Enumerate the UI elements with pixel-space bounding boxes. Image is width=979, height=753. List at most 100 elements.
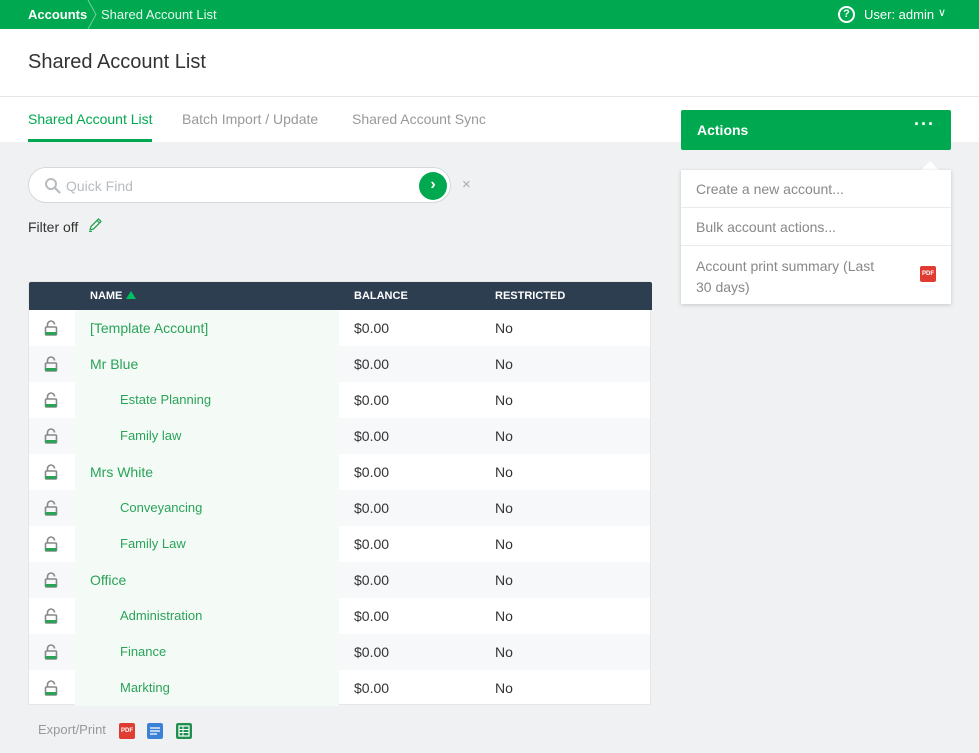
balance-cell: $0.00 <box>354 500 390 516</box>
restricted-cell: No <box>495 320 513 336</box>
account-name-link[interactable]: Markting <box>120 680 170 695</box>
table-row[interactable]: Estate Planning $0.00 No <box>29 382 650 418</box>
name-cell <box>75 634 339 670</box>
balance-cell: $0.00 <box>354 536 390 552</box>
top-bar: Accounts Shared Account List ? User: adm… <box>0 0 979 29</box>
table-row[interactable]: Mr Blue $0.00 No <box>29 346 650 382</box>
name-cell <box>75 490 339 526</box>
name-cell <box>75 598 339 634</box>
restricted-cell: No <box>495 464 513 480</box>
menu-item-bulk-actions[interactable]: Bulk account actions... <box>681 208 951 246</box>
table-row[interactable]: [Template Account] $0.00 No <box>29 310 650 346</box>
unlocked-icon <box>44 536 58 552</box>
table-row[interactable]: Administration $0.00 No <box>29 598 650 634</box>
breadcrumb-separator-icon <box>87 0 97 29</box>
balance-cell: $0.00 <box>354 356 390 372</box>
account-name-link[interactable]: Family Law <box>120 536 186 551</box>
balance-cell: $0.00 <box>354 680 390 696</box>
account-name-link[interactable]: Office <box>90 572 126 588</box>
restricted-cell: No <box>495 644 513 660</box>
table-row[interactable]: Office $0.00 No <box>29 562 650 598</box>
unlocked-icon <box>44 428 58 444</box>
table-row[interactable]: Conveyancing $0.00 No <box>29 490 650 526</box>
actions-button[interactable]: Actions ··· <box>681 110 951 150</box>
restricted-cell: No <box>495 392 513 408</box>
name-cell <box>75 670 339 706</box>
page-title: Shared Account List <box>28 51 206 73</box>
account-name-link[interactable]: Estate Planning <box>120 392 211 407</box>
account-name-link[interactable]: Conveyancing <box>120 500 202 515</box>
name-cell <box>75 418 339 454</box>
balance-cell: $0.00 <box>354 644 390 660</box>
more-icon: ··· <box>914 114 935 134</box>
name-cell <box>75 526 339 562</box>
table-row[interactable]: Family law $0.00 No <box>29 418 650 454</box>
unlocked-icon <box>44 320 58 336</box>
unlocked-icon <box>44 608 58 624</box>
balance-cell: $0.00 <box>354 464 390 480</box>
restricted-cell: No <box>495 572 513 588</box>
table-row[interactable]: Markting $0.00 No <box>29 670 650 706</box>
clear-search-icon[interactable]: × <box>462 176 471 193</box>
restricted-cell: No <box>495 356 513 372</box>
accounts-table: NAME BALANCE RESTRICTED [Template Accoun… <box>28 281 652 706</box>
balance-cell: $0.00 <box>354 392 390 408</box>
search-go-button[interactable]: › <box>419 172 447 200</box>
account-name-link[interactable]: Mr Blue <box>90 356 138 372</box>
user-menu[interactable]: User: admin <box>864 7 934 22</box>
tab-shared-account-list[interactable]: Shared Account List <box>28 111 153 127</box>
unlocked-icon <box>44 500 58 516</box>
restricted-cell: No <box>495 680 513 696</box>
pencil-icon[interactable] <box>87 217 103 233</box>
account-name-link[interactable]: Mrs White <box>90 464 153 480</box>
column-header-restricted[interactable]: RESTRICTED <box>495 290 565 302</box>
export-print-label: Export/Print <box>38 722 106 737</box>
header-divider <box>0 96 979 97</box>
search-icon <box>45 178 61 194</box>
restricted-cell: No <box>495 428 513 444</box>
account-name-link[interactable]: Finance <box>120 644 166 659</box>
balance-cell: $0.00 <box>354 608 390 624</box>
help-icon[interactable]: ? <box>838 6 855 23</box>
quick-find-input[interactable] <box>66 176 406 196</box>
column-header-name[interactable]: NAME <box>90 290 137 302</box>
tab-shared-account-sync[interactable]: Shared Account Sync <box>352 111 486 127</box>
actions-menu: Create a new account... Bulk account act… <box>681 170 951 304</box>
unlocked-icon <box>44 644 58 660</box>
balance-cell: $0.00 <box>354 428 390 444</box>
unlocked-icon <box>44 464 58 480</box>
pdf-icon[interactable]: PDF <box>119 723 135 739</box>
pdf-icon[interactable]: PDF <box>920 266 936 282</box>
excel-icon[interactable] <box>176 723 192 739</box>
balance-cell: $0.00 <box>354 320 390 336</box>
quick-find-box: › <box>28 167 451 203</box>
menu-item-print-summary[interactable]: Account print summary (Last 30 days) <box>681 246 951 304</box>
breadcrumb-accounts-link[interactable]: Accounts <box>28 7 87 22</box>
chevron-down-icon[interactable]: ∨ <box>938 6 946 19</box>
table-row[interactable]: Family Law $0.00 No <box>29 526 650 562</box>
restricted-cell: No <box>495 536 513 552</box>
column-name-label: NAME <box>90 290 123 302</box>
unlocked-icon <box>44 356 58 372</box>
actions-label: Actions <box>697 122 749 138</box>
active-tab-indicator <box>28 139 152 142</box>
column-header-balance[interactable]: BALANCE <box>354 290 408 302</box>
restricted-cell: No <box>495 500 513 516</box>
tab-batch-import-update[interactable]: Batch Import / Update <box>182 111 318 127</box>
table-row[interactable]: Finance $0.00 No <box>29 634 650 670</box>
unlocked-icon <box>44 572 58 588</box>
table-row[interactable]: Mrs White $0.00 No <box>29 454 650 490</box>
unlocked-icon <box>44 680 58 696</box>
filter-status: Filter off <box>28 219 79 235</box>
table-header: NAME BALANCE RESTRICTED <box>29 282 652 310</box>
menu-caret <box>921 161 939 170</box>
account-name-link[interactable]: Family law <box>120 428 181 443</box>
account-name-link[interactable]: Administration <box>120 608 202 623</box>
sort-ascending-icon <box>126 291 137 299</box>
menu-item-create-account[interactable]: Create a new account... <box>681 170 951 208</box>
restricted-cell: No <box>495 608 513 624</box>
breadcrumb-current: Shared Account List <box>101 7 217 22</box>
csv-icon[interactable] <box>147 723 163 739</box>
account-name-link[interactable]: [Template Account] <box>90 320 208 336</box>
unlocked-icon <box>44 392 58 408</box>
